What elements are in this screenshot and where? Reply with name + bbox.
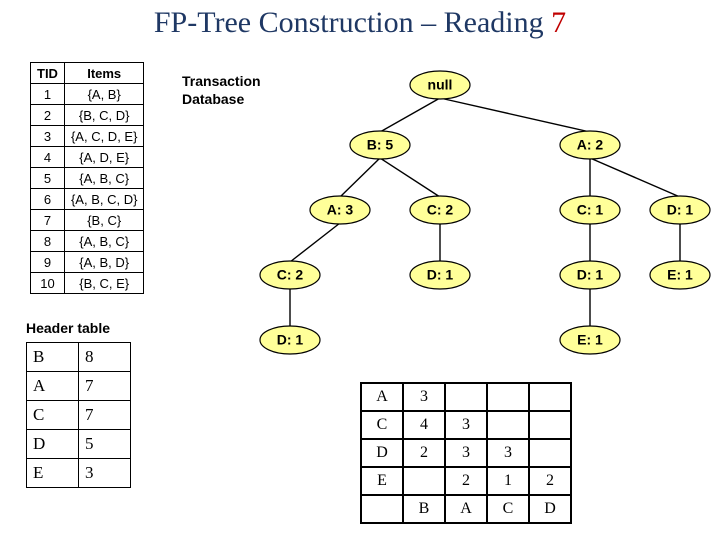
title-main: FP-Tree Construction – Reading xyxy=(154,6,551,39)
cell: {A, B, D} xyxy=(64,252,143,273)
cell: {B, C, D} xyxy=(64,105,143,126)
tree-node-label: A: 3 xyxy=(327,202,354,218)
cell: A xyxy=(361,383,403,411)
cell xyxy=(445,383,487,411)
cell: C xyxy=(487,495,529,523)
cell: 4 xyxy=(31,147,65,168)
cell: 3 xyxy=(487,439,529,467)
cell: {B, C} xyxy=(64,210,143,231)
cell xyxy=(529,439,571,467)
cell: D xyxy=(27,430,79,459)
cell: 1 xyxy=(487,467,529,495)
tree-node-label: null xyxy=(428,77,453,93)
tree-edge xyxy=(590,158,680,197)
header-table: B8 A7 C7 D5 E3 xyxy=(26,342,131,488)
cell: 1 xyxy=(31,84,65,105)
cell: {A, D, E} xyxy=(64,147,143,168)
cell: B xyxy=(403,495,445,523)
tree-node: C: 1 xyxy=(560,196,620,224)
transaction-table: TID Items 1{A, B} 2{B, C, D} 3{A, C, D, … xyxy=(30,62,144,294)
cell: D xyxy=(529,495,571,523)
cell: {A, B, C} xyxy=(64,168,143,189)
cell: 6 xyxy=(31,189,65,210)
cell: {A, B} xyxy=(64,84,143,105)
cell: 8 xyxy=(79,343,131,372)
cell: E xyxy=(361,467,403,495)
tree-node: D: 1 xyxy=(260,326,320,354)
cell: {A, B, C} xyxy=(64,231,143,252)
tree-node-label: A: 2 xyxy=(577,137,604,153)
cell: 7 xyxy=(79,401,131,430)
cell: 2 xyxy=(529,467,571,495)
tree-node: C: 2 xyxy=(410,196,470,224)
cell: {A, B, C, D} xyxy=(64,189,143,210)
cell: 2 xyxy=(403,439,445,467)
title-step: 7 xyxy=(551,6,566,39)
tree-node: D: 1 xyxy=(410,261,470,289)
cell xyxy=(487,383,529,411)
cell: 3 xyxy=(403,383,445,411)
cell: B xyxy=(27,343,79,372)
tree-node-label: D: 1 xyxy=(427,267,454,283)
cell xyxy=(361,495,403,523)
tree-node-label: C: 1 xyxy=(577,202,604,218)
tree-node: A: 2 xyxy=(560,131,620,159)
tree-node: D: 1 xyxy=(650,196,710,224)
cell: 3 xyxy=(79,459,131,488)
tree-node-label: B: 5 xyxy=(367,137,394,153)
tree-node-label: D: 1 xyxy=(277,332,304,348)
cell: A xyxy=(27,372,79,401)
fp-tree-diagram: null B: 5 A: 2 A: 3 C: 2 C: 1 D: 1 C: 2 D: 1 D: 1… xyxy=(210,60,720,380)
tree-node-label: E: 1 xyxy=(667,267,693,283)
tree-node-label: D: 1 xyxy=(577,267,604,283)
cell: 9 xyxy=(31,252,65,273)
tree-node-label: C: 2 xyxy=(427,202,454,218)
tree-edge xyxy=(380,98,440,132)
cell xyxy=(529,383,571,411)
cell: C xyxy=(27,401,79,430)
th-items: Items xyxy=(64,63,143,84)
cell: C xyxy=(361,411,403,439)
cell: 8 xyxy=(31,231,65,252)
tree-node: null xyxy=(410,71,470,99)
cell: 2 xyxy=(31,105,65,126)
cell xyxy=(529,411,571,439)
cell: {A, C, D, E} xyxy=(64,126,143,147)
tree-node-label: D: 1 xyxy=(667,202,694,218)
conditional-pattern-table: A3 C43 D233 E212 BACD xyxy=(360,382,572,524)
cell: 5 xyxy=(79,430,131,459)
cell: 7 xyxy=(79,372,131,401)
tree-node: E: 1 xyxy=(560,326,620,354)
tree-edge xyxy=(340,158,380,197)
tree-node: E: 1 xyxy=(650,261,710,289)
th-tid: TID xyxy=(31,63,65,84)
cell: D xyxy=(361,439,403,467)
page-title: FP-Tree Construction – Reading 7 xyxy=(0,6,720,40)
cell xyxy=(487,411,529,439)
cell xyxy=(403,467,445,495)
tree-node-label: C: 2 xyxy=(277,267,304,283)
cell: 7 xyxy=(31,210,65,231)
cell: 10 xyxy=(31,273,65,294)
cell: 3 xyxy=(445,439,487,467)
cell: A xyxy=(445,495,487,523)
header-table-label: Header table xyxy=(26,320,110,336)
cell: 5 xyxy=(31,168,65,189)
tree-edge xyxy=(380,158,440,197)
cell: 2 xyxy=(445,467,487,495)
tree-node: B: 5 xyxy=(350,131,410,159)
tree-node: D: 1 xyxy=(560,261,620,289)
tree-edge xyxy=(290,223,340,262)
cell: {B, C, E} xyxy=(64,273,143,294)
cell: E xyxy=(27,459,79,488)
tree-edge xyxy=(440,98,590,132)
cell: 3 xyxy=(445,411,487,439)
tree-node: A: 3 xyxy=(310,196,370,224)
tree-node-label: E: 1 xyxy=(577,332,603,348)
cell: 3 xyxy=(31,126,65,147)
tree-node: C: 2 xyxy=(260,261,320,289)
cell: 4 xyxy=(403,411,445,439)
